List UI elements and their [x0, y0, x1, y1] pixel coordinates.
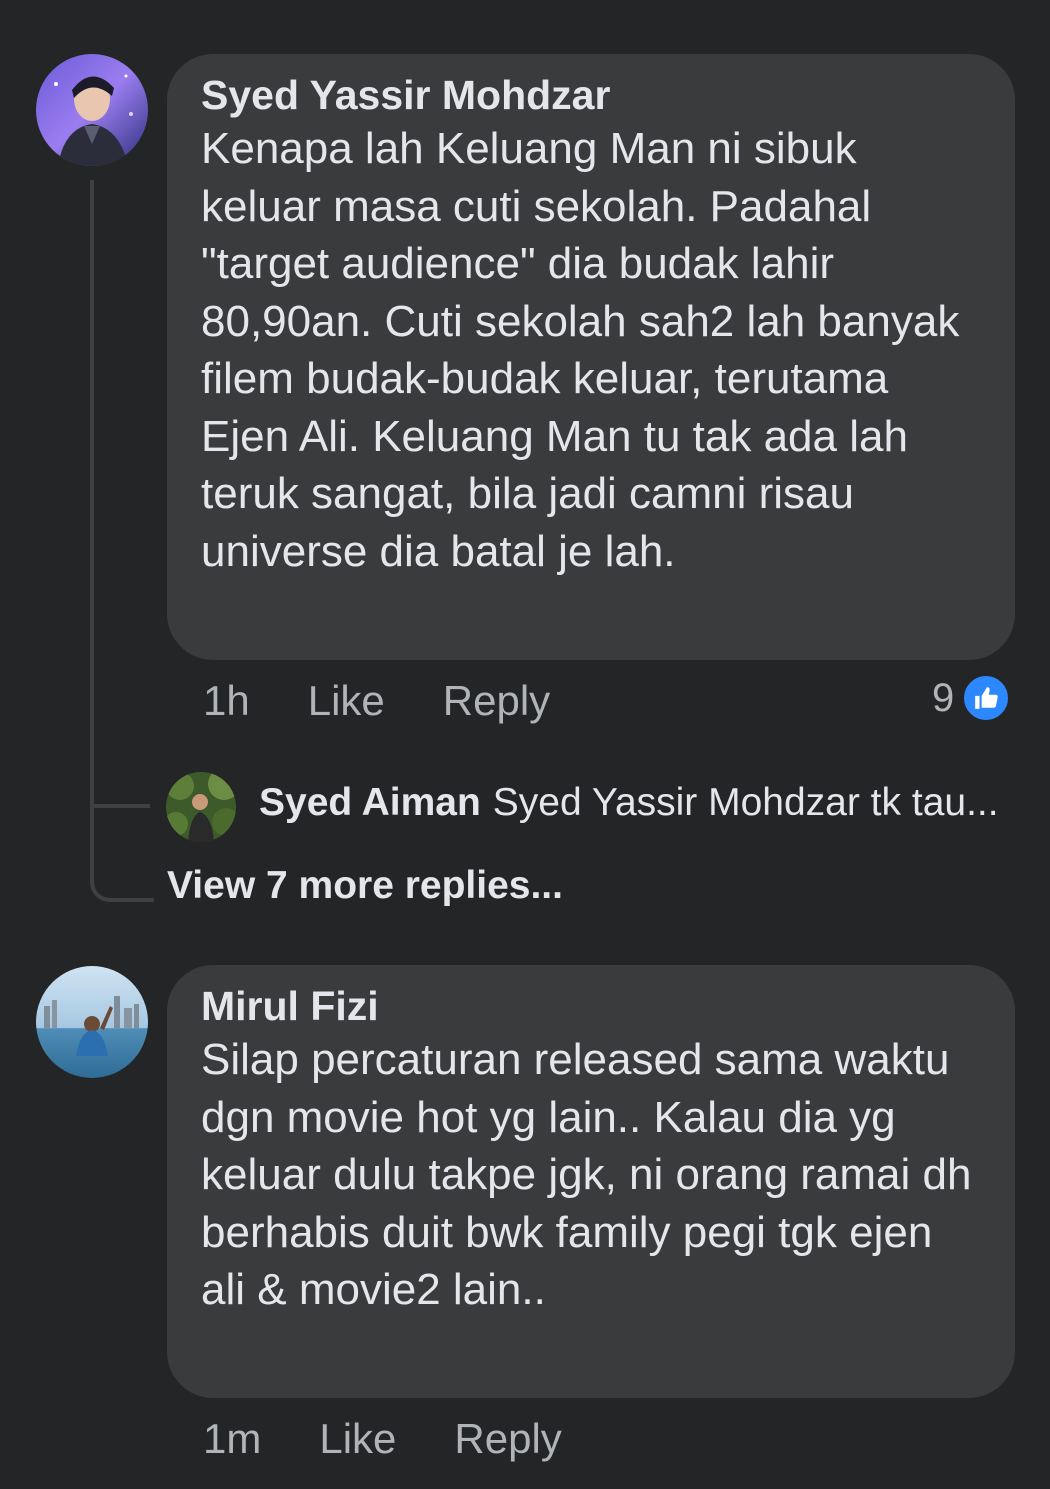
reply-button[interactable]: Reply: [454, 1414, 561, 1464]
reply-button[interactable]: Reply: [443, 676, 550, 726]
avatar-image: [36, 966, 148, 1078]
like-button[interactable]: Like: [319, 1414, 396, 1464]
reaction-summary[interactable]: 9: [932, 674, 1011, 722]
comment-author[interactable]: Mirul Fizi: [201, 981, 981, 1031]
comment-bubble: Mirul Fizi Silap percaturan released sam…: [167, 965, 1015, 1398]
like-button[interactable]: Like: [308, 676, 385, 726]
view-more-replies-link[interactable]: View 7 more replies...: [167, 864, 563, 908]
comment-text: Silap percaturan released sama waktu dgn…: [201, 1035, 972, 1314]
reply-author[interactable]: Syed Aiman: [259, 781, 481, 825]
comment-actions: 1m Like Reply: [203, 1414, 562, 1464]
avatar[interactable]: [36, 966, 148, 1078]
comment-time[interactable]: 1h: [203, 676, 250, 726]
reply-snippet: Syed Yassir Mohdzar tk tau...: [492, 781, 999, 824]
thumbs-up-icon: [962, 674, 1011, 722]
thread-line: [90, 180, 94, 800]
avatar[interactable]: [36, 54, 148, 166]
comment-time[interactable]: 1m: [203, 1414, 261, 1464]
comment-text: Kenapa lah Keluang Man ni sibuk keluar m…: [201, 124, 960, 576]
comment-author[interactable]: Syed Yassir Mohdzar: [201, 70, 981, 120]
avatar-image: [36, 54, 148, 166]
comment-actions: 1h Like Reply: [203, 676, 550, 726]
reply-preview[interactable]: Syed Aiman Syed Yassir Mohdzar tk tau...: [259, 781, 999, 825]
thread-branch-view-more: [90, 800, 154, 902]
reaction-count: 9: [932, 675, 955, 720]
reply-avatar[interactable]: [166, 772, 236, 842]
reply-avatar-image: [166, 772, 236, 842]
comment-bubble: Syed Yassir Mohdzar Kenapa lah Keluang M…: [167, 54, 1015, 660]
